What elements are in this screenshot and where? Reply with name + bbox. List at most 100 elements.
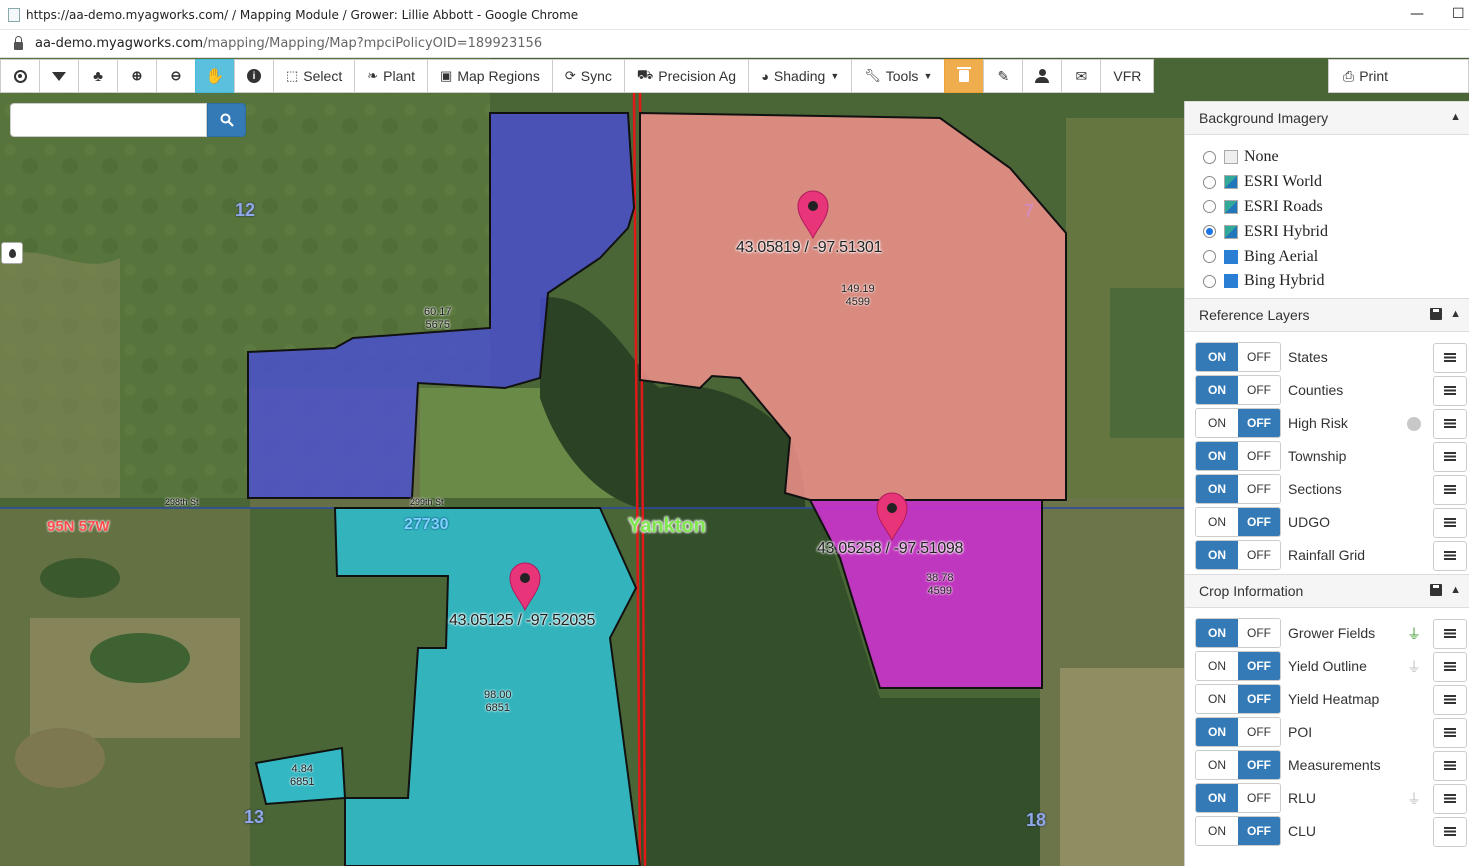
email-button[interactable]: ✉ [1061,59,1102,93]
layer-legend-button[interactable] [1433,816,1467,847]
layer-toggle[interactable]: ON OFF [1195,540,1281,571]
background-imagery-header[interactable]: Background Imagery ▲ [1185,101,1469,135]
toggle-off[interactable]: OFF [1238,475,1280,504]
toggle-off[interactable]: OFF [1238,508,1280,537]
zoom-in-button[interactable]: ⊕ [117,59,157,93]
layer-toggle[interactable]: ON OFF [1195,474,1281,505]
imagery-option[interactable]: ESRI World [1203,170,1469,195]
collapse-icon[interactable]: ▲ [1450,111,1461,123]
toggle-on[interactable]: ON [1196,409,1238,438]
minimize-icon[interactable]: — [1410,6,1424,22]
filter-button[interactable] [39,59,79,93]
layer-legend-button[interactable] [1433,375,1467,406]
layer-toggle[interactable]: ON OFF [1195,717,1281,748]
map-canvas[interactable]: 43.05819 / -97.51301 43.05258 / -97.5109… [0,58,1469,866]
toggle-off[interactable]: OFF [1238,442,1280,471]
layer-toggle[interactable]: ON OFF [1195,750,1281,781]
search-input[interactable] [10,103,207,137]
edit-button[interactable]: ✎ [983,59,1024,93]
precision-ag-button[interactable]: ⛟ Precision Ag [623,59,750,93]
toggle-on[interactable]: ON [1196,343,1238,372]
toggle-on[interactable]: ON [1196,751,1238,780]
layer-toggle[interactable]: ON OFF [1195,408,1281,439]
crop-information-header[interactable]: Crop Information ▲ [1185,573,1469,608]
map-regions-button[interactable]: ▣ Map Regions [427,59,553,93]
imagery-option[interactable]: ESRI Roads [1203,195,1469,220]
pan-button[interactable]: ✋ [195,59,235,93]
toggle-on[interactable]: ON [1196,619,1238,648]
reference-layers-header[interactable]: Reference Layers ▲ [1185,297,1469,332]
toggle-off[interactable]: OFF [1238,784,1280,813]
print-button[interactable]: ⎙ Print [1328,59,1469,93]
save-icon[interactable] [1430,307,1443,320]
zoom-out-button[interactable]: ⊖ [156,59,196,93]
info-button[interactable]: i [234,59,274,93]
layer-legend-button[interactable] [1433,474,1467,505]
imagery-option[interactable]: Bing Hybrid [1203,269,1469,294]
tools-dropdown[interactable]: 🔧︎ Tools ▼ [851,59,946,93]
vfr-button[interactable]: VFR [1100,59,1155,93]
layer-toggle[interactable]: ON OFF [1195,684,1281,715]
toggle-on[interactable]: ON [1196,685,1238,714]
layer-toggle[interactable]: ON OFF [1195,507,1281,538]
maximize-icon[interactable]: ☐ [1452,6,1465,22]
rainfall-drop-button[interactable] [1,242,23,264]
toggle-off[interactable]: OFF [1238,817,1280,846]
layer-legend-button[interactable] [1433,684,1467,715]
toggle-off[interactable]: OFF [1238,376,1280,405]
collapse-icon[interactable]: ▲ [1450,308,1461,320]
shading-dropdown[interactable]: ◕ Shading ▼ [748,59,853,93]
layer-toggle[interactable]: ON OFF [1195,441,1281,472]
toggle-off[interactable]: OFF [1238,718,1280,747]
layer-legend-button[interactable] [1433,342,1467,373]
layer-toggle[interactable]: ON OFF [1195,783,1281,814]
toggle-on[interactable]: ON [1196,652,1238,681]
plant-button[interactable]: ❧ Plant [354,59,429,93]
toggle-on[interactable]: ON [1196,442,1238,471]
toggle-off[interactable]: OFF [1238,541,1280,570]
layer-legend-button[interactable] [1433,618,1467,649]
select-button[interactable]: ⬚ Select [273,59,356,93]
toggle-on[interactable]: ON [1196,475,1238,504]
layer-legend-button[interactable] [1433,651,1467,682]
locate-button[interactable] [0,59,40,93]
toggle-on[interactable]: ON [1196,718,1238,747]
imagery-option[interactable]: ESRI Hybrid [1203,219,1469,244]
delete-button[interactable] [944,59,985,93]
toggle-on[interactable]: ON [1196,508,1238,537]
layer-legend-button[interactable] [1433,750,1467,781]
layer-toggle[interactable]: ON OFF [1195,342,1281,373]
toggle-on[interactable]: ON [1196,541,1238,570]
toggle-off[interactable]: OFF [1238,751,1280,780]
layer-legend-button[interactable] [1433,507,1467,538]
layer-legend-button[interactable] [1433,408,1467,439]
toggle-on[interactable]: ON [1196,784,1238,813]
radio-button[interactable] [1203,250,1216,264]
toggle-on[interactable]: ON [1196,817,1238,846]
user-button[interactable] [1022,59,1063,93]
collapse-icon[interactable]: ▲ [1450,584,1461,596]
radio-button[interactable] [1203,200,1216,214]
imagery-option[interactable]: Bing Aerial [1203,244,1469,269]
layer-toggle[interactable]: ON OFF [1195,618,1281,649]
radio-button[interactable] [1203,150,1216,164]
toggle-off[interactable]: OFF [1238,409,1280,438]
imagery-option[interactable]: None [1203,145,1469,170]
layer-legend-button[interactable] [1433,717,1467,748]
radio-button[interactable] [1203,175,1216,189]
toggle-on[interactable]: ON [1196,376,1238,405]
toggle-off[interactable]: OFF [1238,652,1280,681]
radio-button[interactable] [1203,274,1216,288]
tree-button[interactable]: ♣ [78,59,118,93]
radio-button-selected[interactable] [1203,225,1216,239]
layer-legend-button[interactable] [1433,540,1467,571]
search-button[interactable] [207,103,246,137]
save-icon[interactable] [1430,583,1443,596]
layer-legend-button[interactable] [1433,441,1467,472]
toggle-off[interactable]: OFF [1238,685,1280,714]
layer-toggle[interactable]: ON OFF [1195,816,1281,847]
sync-button[interactable]: ⟳ Sync [551,59,625,93]
toggle-off[interactable]: OFF [1238,343,1280,372]
address-bar[interactable]: aa-demo.myagworks.com/mapping/Mapping/Ma… [0,30,1469,58]
layer-toggle[interactable]: ON OFF [1195,651,1281,682]
